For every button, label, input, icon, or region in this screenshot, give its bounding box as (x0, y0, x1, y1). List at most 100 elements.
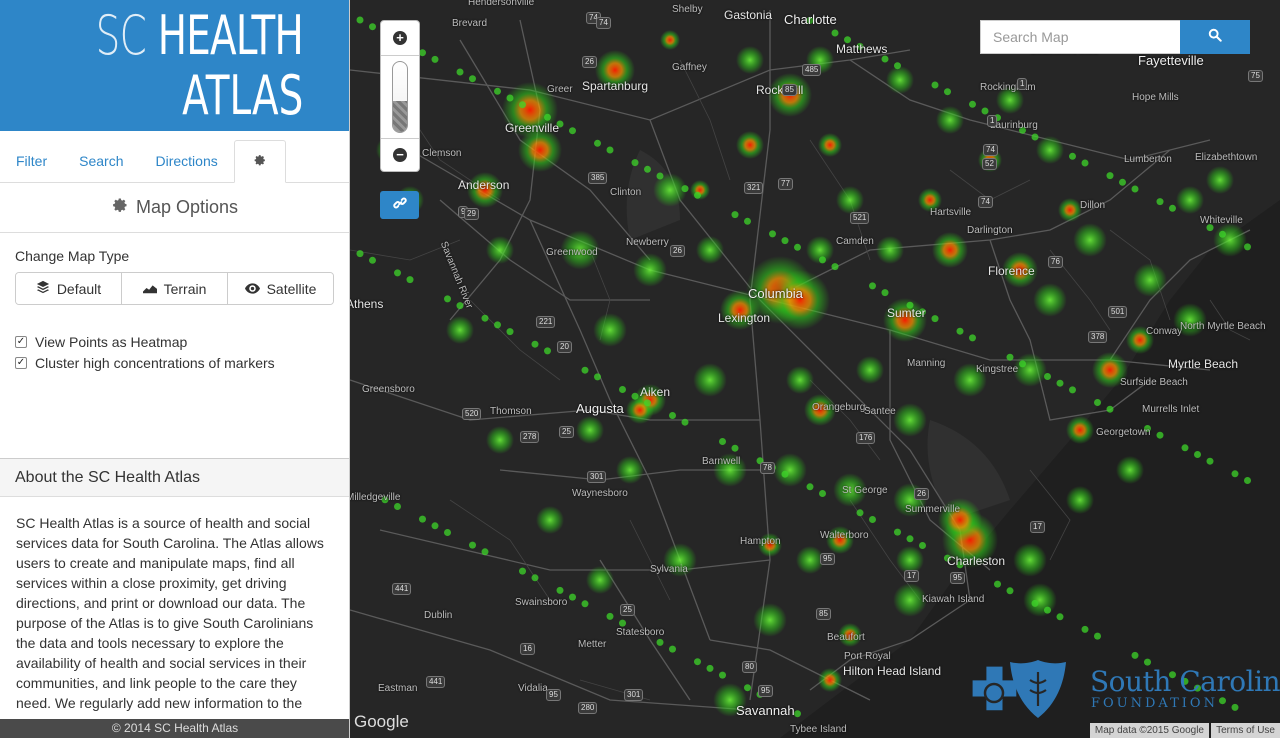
heatmap-point (831, 29, 839, 37)
heatmap-hotspot (1066, 416, 1094, 444)
heatmap-point (356, 16, 364, 24)
zoom-slider-fill (393, 100, 407, 132)
place-label: Gastonia (724, 8, 773, 22)
map-search-input[interactable] (980, 20, 1180, 54)
tab-filter[interactable]: Filter (0, 140, 63, 182)
heatmap-point (494, 321, 501, 329)
place-label: Gaffney (672, 62, 707, 73)
heatmap-point (581, 600, 589, 608)
place-label: Camden (836, 236, 874, 247)
heatmap-point (886, 66, 914, 94)
road (679, 59, 731, 181)
highway-shield: 278 (520, 431, 540, 443)
map-type-default-button[interactable]: Default (16, 273, 121, 304)
tab-search[interactable]: Search (63, 140, 139, 182)
place-label: Newberry (626, 237, 669, 248)
heatmap-point (1023, 583, 1057, 617)
heatmap-point (744, 217, 751, 225)
heatmap-point (719, 438, 726, 445)
tab-directions[interactable]: Directions (139, 140, 233, 182)
bcbs-foundation-logo: South Carolina FOUNDATION (970, 658, 1280, 720)
heatmap-point (794, 710, 801, 718)
heatmap-point (581, 366, 589, 374)
zoom-in-button[interactable]: + (381, 21, 419, 55)
zoom-out-button[interactable]: − (381, 138, 419, 172)
place-label: Orangeburg (812, 402, 866, 413)
highway-shield: 85 (816, 608, 831, 620)
heatmap-point (486, 426, 514, 454)
tab-settings[interactable] (233, 140, 286, 183)
heatmap-point (506, 94, 514, 102)
link-icon (392, 196, 407, 215)
heatmap-point (406, 276, 414, 284)
terms-link[interactable]: Terms of Use (1211, 723, 1280, 738)
heatmap-point (781, 470, 789, 478)
place-label: Anderson (458, 178, 510, 192)
heatmap-point (1133, 263, 1167, 297)
heatmap-point (1231, 470, 1239, 478)
heatmap-point (769, 230, 776, 238)
heatmap-point (594, 139, 601, 147)
heatmap-hotspot (932, 232, 968, 268)
road (449, 19, 541, 321)
map-type-default-label: Default (56, 280, 102, 297)
heatmap-point (1056, 613, 1064, 621)
heatmap-point (593, 313, 627, 347)
place-label: Matthews (836, 42, 888, 56)
cluster-option[interactable]: ✓ Cluster high concentrations of markers (15, 352, 334, 373)
heatmap-point (936, 106, 964, 134)
place-label: Shelby (672, 4, 703, 15)
heatmap-point (956, 327, 964, 335)
heatmap-point (894, 62, 901, 70)
heatmap-point (586, 566, 614, 594)
heatmap-point (446, 316, 474, 344)
highway-shield: 85 (782, 84, 797, 96)
heatmap-point (1094, 399, 1101, 406)
heatmap-point (656, 172, 664, 180)
google-logo: Google (354, 712, 409, 731)
heatmap-checkbox[interactable]: ✓ (15, 335, 27, 348)
place-label: Florence (988, 264, 1035, 278)
heatmap-point (1106, 405, 1114, 413)
zoom-slider[interactable] (392, 61, 408, 133)
heatmap-point (944, 88, 951, 96)
brand-header[interactable]: SC HEALTH ATLAS (0, 0, 349, 131)
highway-shield: 1 (1017, 78, 1028, 90)
panel-title-text: Map Options (135, 197, 239, 217)
about-body: SC Health Atlas is a source of health an… (16, 515, 324, 711)
share-link-button[interactable] (380, 191, 419, 219)
map-type-terrain-button[interactable]: Terrain (121, 273, 227, 304)
heatmap-point (1056, 379, 1064, 387)
place-label: Lexington (718, 311, 771, 325)
heatmap-point (736, 46, 764, 74)
heatmap-point (631, 392, 639, 400)
heatmap-point (356, 250, 364, 258)
place-label: Greenwood (546, 247, 598, 258)
heatmap-option[interactable]: ✓ View Points as Heatmap (15, 331, 334, 352)
map-type-satellite-button[interactable]: Satellite (227, 273, 333, 304)
highway-shield: 17 (904, 570, 919, 582)
highway-shield: 95 (820, 553, 835, 565)
place-label: Summerville (905, 504, 961, 515)
highway-shield: 80 (742, 661, 757, 673)
heatmap-point (431, 55, 439, 63)
heatmap-point (369, 23, 376, 31)
heatmap-point (1081, 159, 1089, 167)
heatmap-point (369, 256, 376, 264)
heatmap-point (594, 373, 601, 381)
map-search-button[interactable] (1180, 20, 1250, 54)
highway-shield: 385 (588, 172, 608, 184)
place-label: Dublin (424, 610, 453, 621)
heatmap-point (1013, 543, 1047, 577)
place-label: Augusta (576, 401, 624, 416)
heatmap-point (881, 55, 889, 63)
place-label: Barnwell (702, 456, 741, 467)
heatmap-point (606, 146, 614, 154)
highway-shield: 441 (426, 676, 446, 688)
cluster-checkbox[interactable]: ✓ (15, 356, 27, 369)
heatmap-point (444, 529, 451, 536)
heatmap-point (681, 418, 689, 426)
highway-shield: 16 (520, 643, 535, 655)
map-canvas[interactable]: Hendersonville Shelby Gastonia Charlotte Mat… (350, 0, 1280, 738)
highway-shield: 1 (987, 115, 998, 127)
